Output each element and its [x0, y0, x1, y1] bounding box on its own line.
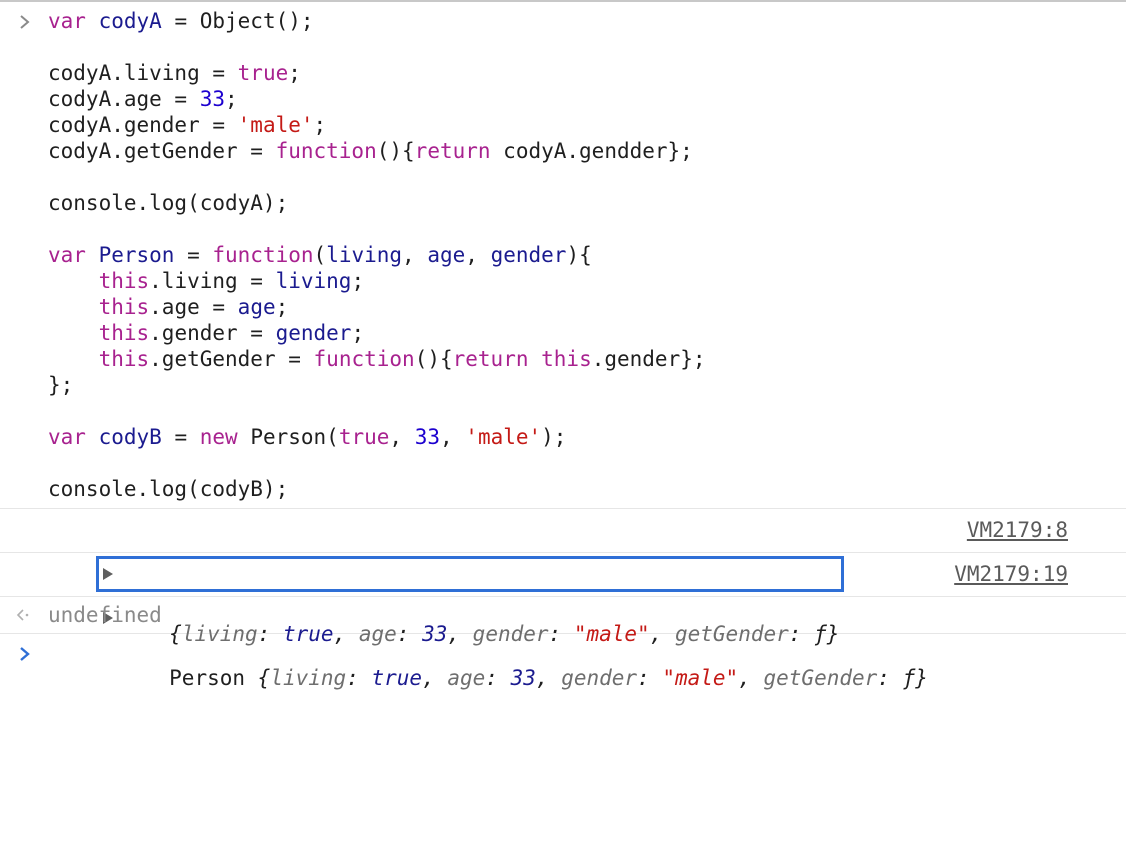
code-token: this [541, 347, 592, 371]
code-token: living [275, 269, 352, 293]
chevron-right-icon [20, 15, 30, 29]
code-token: var [48, 9, 99, 33]
code-token: }; [48, 373, 74, 397]
log-entry-codyB: Person {living: true, age: 33, gender: "… [0, 553, 1126, 690]
code-line: codyA.age = 33; [48, 86, 1126, 112]
code-token: this [98, 347, 150, 371]
code-token: , [402, 243, 428, 267]
code-token: ; [275, 295, 289, 319]
code-token: ; [288, 61, 301, 85]
code-token: codyA [98, 9, 162, 33]
result-entry: undefined [0, 597, 1126, 633]
code-token: , [440, 425, 466, 449]
devtools-console: var codyA = Object(); codyA.living = tru… [0, 0, 1126, 842]
code-line: console.log(codyB); [48, 476, 1126, 502]
code-line: codyA.getGender = function(){return cody… [48, 138, 1126, 164]
code-token: return [452, 347, 529, 371]
code-token: codyA.age = [48, 87, 200, 111]
code-token: console.log(codyA); [48, 191, 289, 215]
code-block: var codyA = Object(); codyA.living = tru… [48, 8, 1126, 502]
code-token: Person( [250, 425, 339, 449]
code-line: this.living = living; [48, 268, 1126, 294]
code-token: = [174, 243, 213, 267]
code-token: gender [490, 243, 567, 267]
code-token: new [199, 425, 251, 449]
code-token: function [275, 139, 377, 163]
code-token: living [326, 243, 403, 267]
source-link[interactable]: VM2179:19 [954, 553, 1068, 596]
code-token: Person [98, 243, 175, 267]
code-line: console.log(codyA); [48, 190, 1126, 216]
code-token: .gender}; [591, 347, 706, 371]
code-token: codyA.getGender = [48, 139, 276, 163]
code-line: codyA.living = true; [48, 60, 1126, 86]
code-token: .living = [149, 269, 276, 293]
code-token: = Object(); [161, 9, 314, 33]
code-token: this [98, 269, 150, 293]
code-token: 33 [199, 87, 226, 111]
code-token: ; [225, 87, 238, 111]
code-token: codyA.gendder}; [490, 139, 693, 163]
code-token: this [98, 295, 150, 319]
code-line: this.getGender = function(){return this.… [48, 346, 1126, 372]
code-token: console.log(codyB); [48, 477, 289, 501]
code-token: codyA.gender = [48, 113, 238, 137]
code-token: this [98, 321, 150, 345]
code-token: ){ [566, 243, 592, 267]
code-token: true [338, 425, 390, 449]
code-token: age [237, 295, 276, 319]
console-input-echo: var codyA = Object(); codyA.living = tru… [0, 2, 1126, 508]
code-token: , [389, 425, 415, 449]
result-value: undefined [48, 603, 162, 627]
code-token: ); [541, 425, 567, 449]
code-token: codyB [98, 425, 162, 449]
code-token: function [212, 243, 314, 267]
code-token: , [465, 243, 491, 267]
code-token: (){ [414, 347, 453, 371]
code-token: 'male' [465, 425, 542, 449]
code-line: }; [48, 372, 1126, 398]
return-arrow-icon [16, 609, 29, 621]
code-token: 'male' [237, 113, 314, 137]
log-entry-codyA: {living: true, age: 33, gender: "male", … [0, 509, 1126, 646]
code-token: ; [351, 269, 365, 293]
code-token: ( [313, 243, 327, 267]
code-line: codyA.gender = 'male'; [48, 112, 1126, 138]
code-line: this.gender = gender; [48, 320, 1126, 346]
code-token: .age = [149, 295, 238, 319]
code-token: true [237, 61, 289, 85]
code-token: (){ [376, 139, 415, 163]
code-line: this.age = age; [48, 294, 1126, 320]
code-token: .getGender = [149, 347, 314, 371]
code-token: function [313, 347, 415, 371]
code-token: ; [313, 113, 327, 137]
code-token: var [48, 425, 99, 449]
chevron-right-icon [20, 647, 30, 661]
code-token: return [414, 139, 491, 163]
code-line: var Person = function(living, age, gende… [48, 242, 1126, 268]
console-prompt[interactable] [0, 634, 1126, 674]
code-token: codyA.living = [48, 61, 238, 85]
source-link[interactable]: VM2179:8 [967, 509, 1068, 552]
code-token: gender [275, 321, 352, 345]
code-token: .gender = [149, 321, 276, 345]
code-line: var codyB = new Person(true, 33, 'male')… [48, 424, 1126, 450]
code-token: 33 [414, 425, 440, 449]
code-token: ; [351, 321, 365, 345]
code-line: var codyA = Object(); [48, 8, 1126, 34]
code-token: = [161, 425, 200, 449]
code-token: var [48, 243, 99, 267]
code-token: age [427, 243, 466, 267]
